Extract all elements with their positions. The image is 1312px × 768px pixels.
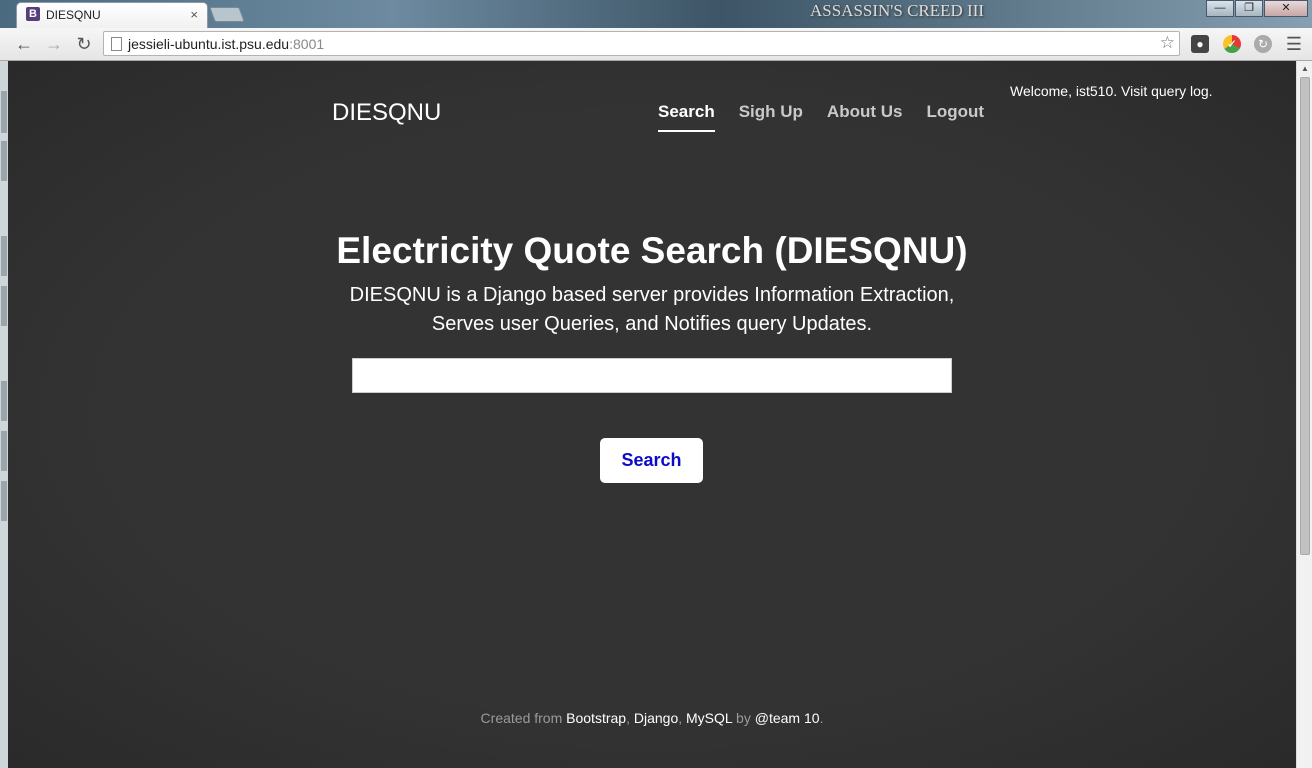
footer-separator: , [626,710,634,726]
sync-extension-icon[interactable]: ↻ [1254,35,1272,53]
footer-link-mysql[interactable]: MySQL [686,710,732,726]
browser-tab[interactable]: B DIESQNU × [16,2,208,28]
description-line-1: DIESQNU is a Django based server provide… [349,284,955,306]
reload-icon[interactable]: ↻ [73,33,95,55]
forward-arrow-icon[interactable]: → [43,33,65,55]
window-controls: — ❐ ✕ [1206,0,1308,17]
tab-close-icon[interactable]: × [190,7,198,22]
address-bar[interactable]: jessieli-ubuntu.ist.psu.edu:8001 ☆ [103,31,1180,56]
footer-separator: , [678,710,687,726]
menu-icon[interactable]: ☰ [1286,34,1302,55]
footer-link-django[interactable]: Django [634,710,678,726]
welcome-message[interactable]: Welcome, ist510. Visit query log. [1010,83,1213,99]
footer-text: Created from [480,710,567,726]
back-arrow-icon[interactable]: ← [13,33,35,55]
close-window-icon[interactable]: ✕ [1264,0,1308,17]
tab-title: DIESQNU [46,8,101,22]
new-tab-button[interactable] [209,7,245,22]
nav-sign-up[interactable]: Sigh Up [739,102,803,132]
desktop-edge [0,61,8,768]
search-input[interactable] [352,358,952,393]
nav-logout[interactable]: Logout [926,102,984,132]
search-button[interactable]: Search [600,438,703,483]
wallpaper-logo: ASSASSIN'S CREED III [810,1,985,20]
footer-text: . [819,710,824,726]
chrome-extension-icon[interactable]: ✓ [1223,35,1241,53]
browser-toolbar: ← → ↻ jessieli-ubuntu.ist.psu.edu:8001 ☆… [0,28,1312,61]
description-line-2: Serves user Queries, and Notifies query … [431,313,873,335]
footer-link-team[interactable]: @team 10 [755,710,820,726]
nav-about-us[interactable]: About Us [827,102,903,132]
window-titlebar: B DIESQNU × ASSASSIN'S CREED III — ❐ ✕ [0,0,1312,28]
nav-search[interactable]: Search [658,102,715,132]
star-icon[interactable]: ☆ [1160,33,1175,53]
footer-text: by [732,710,755,726]
main-nav: Search Sigh Up About Us Logout [658,102,1008,132]
scrollbar-thumb[interactable] [1300,77,1310,555]
evernote-extension-icon[interactable]: ● [1191,35,1209,53]
bootstrap-favicon-icon: B [26,7,40,21]
footer-link-bootstrap[interactable]: Bootstrap [566,710,626,726]
page-scrollbar[interactable]: ▲ [1296,61,1312,768]
minimize-icon[interactable]: — [1206,0,1234,17]
scroll-up-icon[interactable]: ▲ [1301,64,1309,73]
page-icon [111,37,122,51]
url-text: jessieli-ubuntu.ist.psu.edu:8001 [128,36,325,52]
page-title: Electricity Quote Search (DIESQNU) [336,230,968,271]
footer: Created from Bootstrap, Django, MySQL by… [8,710,1296,726]
web-page: DIESQNU Search Sigh Up About Us Logout W… [8,61,1296,768]
site-brand[interactable]: DIESQNU [332,99,441,127]
restore-icon[interactable]: ❐ [1235,0,1263,17]
page-description: DIESQNU is a Django based server provide… [308,281,996,339]
